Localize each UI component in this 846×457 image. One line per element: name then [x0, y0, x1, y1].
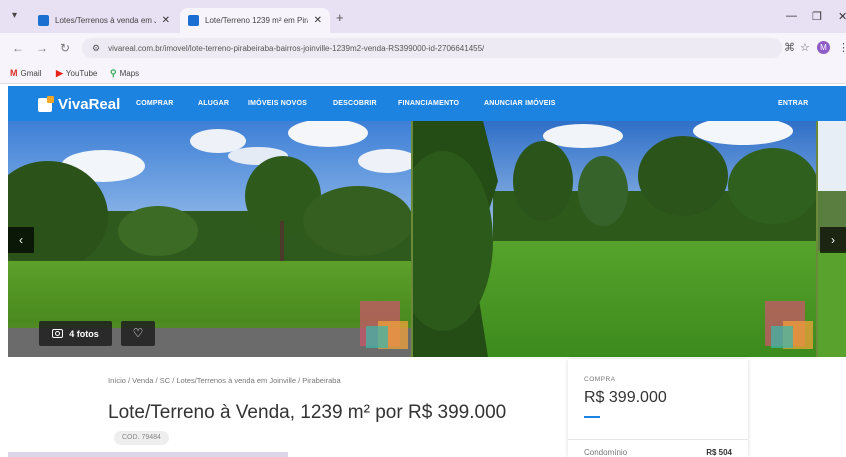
- bookmark-label: Gmail: [20, 68, 42, 78]
- bookmark-star-icon[interactable]: ☆: [800, 41, 810, 54]
- price-type-label: COMPRA: [584, 376, 616, 383]
- bookmark-label: YouTube: [65, 69, 98, 78]
- vivareal-logo-icon: [38, 95, 54, 112]
- bookmarks-bar: M Gmail ▶ YouTube ⚲ Maps: [0, 63, 846, 84]
- listing-title: Lote/Terreno à Venda, 1239 m² por R$ 399…: [108, 402, 507, 423]
- address-bar-row: ← → ↻ ⚙ vivareal.com.br/imovel/lote-terr…: [0, 33, 846, 63]
- condo-fee-value: R$ 504: [706, 448, 732, 457]
- price-card: COMPRA R$ 399.000 Condomínio R$ 504: [568, 359, 748, 457]
- translate-icon[interactable]: ⌘: [784, 41, 795, 54]
- vivareal-favicon-icon: [188, 15, 199, 26]
- photo-gallery[interactable]: ‹ › 4 fotos ♡: [8, 121, 846, 357]
- gallery-prev-button[interactable]: ‹: [8, 227, 34, 253]
- maps-pin-icon: ⚲: [110, 68, 117, 78]
- camera-icon: [52, 329, 64, 338]
- nav-imoveis-novos[interactable]: IMÓVEIS NOVOS: [248, 100, 307, 107]
- close-tab-icon[interactable]: ✕: [162, 15, 170, 26]
- profile-avatar[interactable]: M: [817, 41, 830, 54]
- breadcrumb[interactable]: Início / Venda / SC / Lotes/Terrenos à v…: [108, 376, 341, 385]
- bookmark-gmail[interactable]: M Gmail: [10, 68, 41, 78]
- nav-alugar[interactable]: ALUGAR: [198, 100, 229, 107]
- youtube-icon: ▶: [56, 68, 63, 78]
- nav-descobrir[interactable]: DESCOBRIR: [333, 100, 377, 107]
- gallery-photo[interactable]: [413, 121, 816, 357]
- view-photos-button[interactable]: 4 fotos: [39, 321, 112, 346]
- heart-icon: ♡: [132, 326, 144, 340]
- url-input[interactable]: ⚙ vivareal.com.br/imovel/lote-terreno-pi…: [82, 38, 782, 58]
- browser-tab-bar: ▾ Lotes/Terrenos à venda em Joi... ✕ Lot…: [0, 0, 846, 33]
- site-info-icon[interactable]: ⚙: [92, 43, 100, 54]
- restore-icon[interactable]: ❐: [812, 10, 822, 23]
- vivareal-logo[interactable]: VivaReal: [38, 95, 121, 113]
- close-window-icon[interactable]: ✕: [838, 10, 846, 23]
- site-header: VivaReal COMPRAR ALUGAR IMÓVEIS NOVOS DE…: [8, 86, 846, 121]
- tab-title: Lote/Terreno 1239 m² em Pira...: [205, 16, 308, 25]
- gmail-icon: M: [10, 68, 18, 78]
- tab-title: Lotes/Terrenos à venda em Joi...: [55, 16, 156, 25]
- condo-fee-row: Condomínio R$ 504: [568, 439, 748, 457]
- url-text: vivareal.com.br/imovel/lote-terreno-pira…: [108, 43, 485, 53]
- nav-comprar[interactable]: COMPRAR: [136, 100, 174, 107]
- minimize-icon[interactable]: —: [786, 10, 797, 22]
- reload-icon[interactable]: ↻: [60, 41, 70, 55]
- browser-tab[interactable]: Lotes/Terrenos à venda em Joi... ✕: [30, 8, 178, 33]
- login-button[interactable]: ENTRAR: [778, 100, 808, 107]
- nav-anunciar-imoveis[interactable]: ANUNCIAR IMÓVEIS: [484, 100, 556, 107]
- bookmark-maps[interactable]: ⚲ Maps: [110, 68, 139, 79]
- bookmark-label: Maps: [119, 69, 140, 78]
- price-value: R$ 399.000: [584, 389, 667, 406]
- photos-count: 4 fotos: [69, 328, 99, 339]
- new-tab-button[interactable]: +: [336, 10, 344, 25]
- browser-status-bar: [8, 452, 288, 457]
- forward-icon[interactable]: →: [36, 41, 48, 55]
- favorite-button[interactable]: ♡: [121, 321, 155, 346]
- tab-search-icon[interactable]: ▾: [12, 10, 17, 21]
- nav-financiamento[interactable]: FINANCIAMENTO: [398, 100, 459, 107]
- close-tab-icon[interactable]: ✕: [314, 15, 322, 26]
- vivareal-favicon-icon: [38, 15, 49, 26]
- page-title: Lote/Terreno à Venda, 1239 m² por R$ 399…: [108, 400, 528, 450]
- condo-fee-label: Condomínio: [584, 448, 628, 457]
- browser-menu-icon[interactable]: ⋮: [838, 41, 846, 54]
- gallery-next-button[interactable]: ›: [820, 227, 846, 253]
- back-icon[interactable]: ←: [12, 41, 24, 55]
- bookmark-youtube[interactable]: ▶ YouTube: [56, 68, 97, 79]
- price-accent-bar: [584, 416, 600, 418]
- browser-tab-active[interactable]: Lote/Terreno 1239 m² em Pira... ✕: [180, 8, 330, 33]
- listing-code-badge: COD. 79484: [114, 430, 169, 445]
- brand-name: VivaReal: [58, 96, 121, 113]
